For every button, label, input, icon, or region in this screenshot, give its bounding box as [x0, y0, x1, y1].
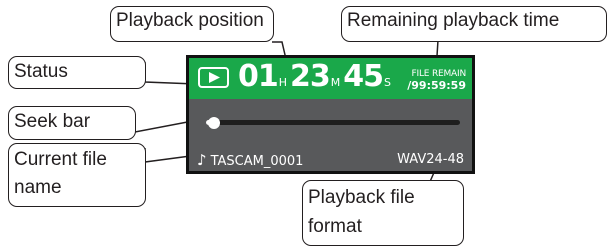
file-name-text: TASCAM_0001 — [210, 154, 304, 169]
remaining-value: /99:59:59 — [407, 79, 466, 92]
seek-bar-knob[interactable] — [207, 117, 220, 129]
callout-current-file-line2: name — [14, 177, 62, 198]
callout-playback-file-format: Playback file format — [302, 180, 464, 246]
current-file-name: ♪ TASCAM_0001 — [197, 151, 303, 169]
hours-value: 01 — [238, 59, 279, 94]
callout-file-format-line1: Playback file — [308, 187, 415, 208]
play-status-icon — [198, 67, 229, 88]
hours-unit: H — [278, 76, 288, 89]
seek-bar[interactable] — [206, 120, 460, 125]
callout-current-file-name: Current file name — [8, 143, 146, 207]
seconds-unit: S — [384, 76, 392, 89]
callout-seek-bar-label: Seek bar — [14, 111, 91, 132]
callout-status: Status — [8, 56, 146, 89]
music-note-icon: ♪ — [197, 151, 207, 169]
callout-status-label: Status — [14, 61, 68, 82]
minutes-value: 23 — [290, 59, 331, 94]
callout-file-format-line2: format — [308, 216, 362, 237]
callout-playback-position-label: Playback position — [116, 10, 264, 31]
callout-remaining-playback-time: Remaining playback time — [341, 6, 607, 42]
playback-position: 01H 23M 45S — [238, 59, 394, 94]
play-triangle-icon — [209, 72, 220, 83]
status-bar: 01H 23M 45S FILE REMAIN /99:59:59 — [189, 58, 472, 99]
minutes-unit: M — [330, 76, 341, 89]
callout-current-file-line1: Current file — [14, 149, 107, 170]
playback-file-format: WAV24-48 — [397, 152, 464, 167]
callout-playback-position: Playback position — [110, 6, 274, 42]
remaining-playback-time: FILE REMAIN /99:59:59 — [407, 68, 466, 92]
seconds-value: 45 — [343, 59, 384, 94]
recorder-screen: 01H 23M 45S FILE REMAIN /99:59:59 ♪ TASCAM_… — [186, 55, 475, 174]
callout-seek-bar: Seek bar — [8, 106, 136, 140]
callout-remaining-label: Remaining playback time — [347, 10, 560, 31]
